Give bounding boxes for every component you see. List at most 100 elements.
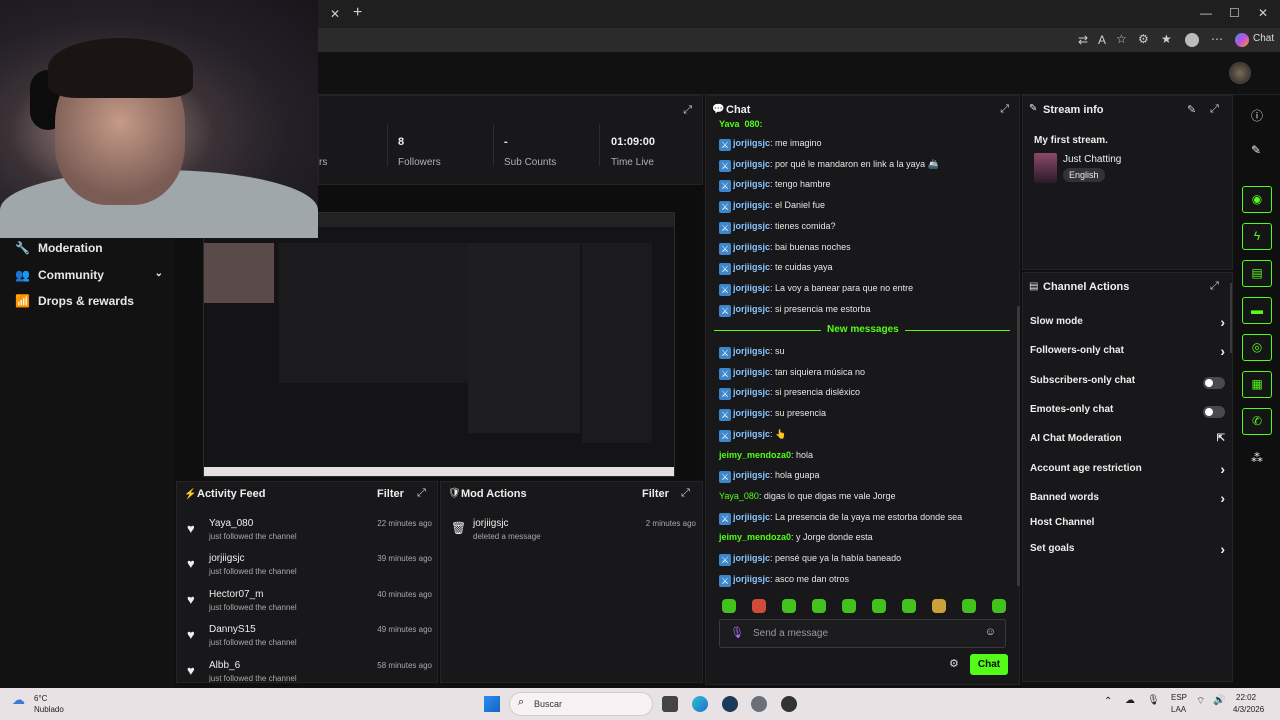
chat-username[interactable]: jorjiigsjc <box>733 242 770 252</box>
set-goals-row[interactable]: Set goals › <box>1030 541 1227 563</box>
chat-username[interactable]: jorjiigsjc <box>733 138 770 148</box>
copilot-icon[interactable] <box>1235 33 1249 47</box>
weather-temp[interactable]: 6°C <box>34 694 47 703</box>
nav-item-drops-rewards[interactable]: 📶 Drops & rewards <box>15 294 134 308</box>
read-aloud-icon[interactable]: A <box>1098 33 1106 47</box>
chat-scrollbar[interactable] <box>1017 306 1020 586</box>
stream-category[interactable]: Just Chatting <box>1063 154 1121 165</box>
chat-username[interactable]: jorjiigsjc <box>733 283 770 293</box>
followers-only-row[interactable]: Followers-only chat › <box>1030 343 1227 365</box>
emote-icon[interactable] <box>752 599 766 613</box>
chat-username[interactable]: jorjiigsjc <box>733 367 770 377</box>
copilot-chat-label[interactable]: Chat <box>1253 33 1274 44</box>
new-tab-button[interactable]: + <box>353 4 362 22</box>
actions-scrollbar[interactable] <box>1230 283 1232 353</box>
network-cloud-icon[interactable]: ☁ <box>1125 695 1135 706</box>
chat-username[interactable]: jorjiigsjc <box>733 429 770 439</box>
translate-icon[interactable]: ⇄ <box>1078 33 1088 47</box>
chat-username[interactable]: Yaya_080 <box>719 491 759 501</box>
chat-username[interactable]: jorjiigsjc <box>733 304 770 314</box>
wifi-icon[interactable]: ⌔ <box>1196 695 1205 708</box>
subscribers-only-toggle[interactable] <box>1203 377 1225 389</box>
nav-item-community[interactable]: 👥 Community ⌄ <box>15 268 163 282</box>
task-view-icon[interactable] <box>662 696 678 712</box>
chat-username[interactable]: jeimy_mendoza0 <box>719 532 791 542</box>
language-bottom[interactable]: LAA <box>1171 705 1186 714</box>
chat-input[interactable]: 🎙 Send a message ☺ <box>719 619 1006 648</box>
settings-icon[interactable] <box>751 696 767 712</box>
chat-username[interactable]: jorjiigsjc <box>733 553 770 563</box>
chat-username[interactable]: jorjiigsjc <box>733 470 770 480</box>
microphone-icon[interactable]: 🎙 <box>730 626 744 639</box>
lightning-icon[interactable]: ϟ <box>1242 223 1272 250</box>
host-channel-row[interactable]: Host Channel <box>1030 517 1227 537</box>
popout-icon[interactable]: ⤢ <box>1000 103 1009 116</box>
edit-layout-icon[interactable]: ✎ <box>1251 143 1261 157</box>
edit-icon[interactable]: ✎ <box>1187 103 1196 116</box>
weather-icon[interactable]: ☁ <box>12 692 25 708</box>
account-age-row[interactable]: Account age restriction › <box>1030 461 1227 483</box>
mod-tools-icon[interactable]: ▦ <box>1242 371 1272 398</box>
minimize-window-button[interactable]: — <box>1200 6 1212 20</box>
activity-filter-button[interactable]: Filter <box>377 488 404 500</box>
chat-username[interactable]: jorjiigsjc <box>733 221 770 231</box>
extensions-icon[interactable]: ⚙ <box>1138 32 1149 46</box>
wrench-icon[interactable]: ✆ <box>1242 408 1272 435</box>
ai-chat-moderation-row[interactable]: AI Chat Moderation ⇱ <box>1030 433 1227 453</box>
stream-preview-video[interactable] <box>203 212 675 477</box>
chat-username[interactable]: jeimy_mendoza0 <box>719 450 791 460</box>
nav-item-moderation[interactable]: 🔧 Moderation <box>15 241 103 255</box>
emote-icon[interactable] <box>992 599 1006 613</box>
clock-time[interactable]: 22:02 <box>1236 693 1256 702</box>
clock-date[interactable]: 4/3/2026 <box>1233 705 1264 714</box>
banned-words-row[interactable]: Banned words › <box>1030 490 1227 512</box>
camera-toggle-icon[interactable]: ◉ <box>1242 186 1272 213</box>
chat-username[interactable]: jorjiigsjc <box>733 262 770 272</box>
chat-username[interactable]: jorjiigsjc <box>733 346 770 356</box>
windows-start-icon[interactable] <box>484 696 500 712</box>
popout-icon[interactable]: ⤢ <box>417 487 426 500</box>
chat-username[interactable]: jorjiigsjc <box>733 512 770 522</box>
popout-icon[interactable]: ⤢ <box>1210 280 1219 293</box>
popout-icon[interactable]: ⤢ <box>683 104 692 117</box>
close-window-button[interactable]: ✕ <box>1258 6 1268 20</box>
emote-icon[interactable] <box>902 599 916 613</box>
chat-icon[interactable]: ▬ <box>1242 297 1272 324</box>
chat-username[interactable]: jorjiigsjc <box>733 408 770 418</box>
microphone-icon[interactable]: 🎙 <box>1147 695 1160 706</box>
maximize-window-button[interactable]: ☐ <box>1229 6 1240 20</box>
emote-icon[interactable] <box>812 599 826 613</box>
user-avatar[interactable] <box>1229 62 1251 84</box>
slow-mode-row[interactable]: Slow mode › <box>1030 314 1227 336</box>
emote-icon[interactable] <box>842 599 856 613</box>
edge-browser-icon[interactable] <box>692 696 708 712</box>
document-icon[interactable]: ▤ <box>1242 260 1272 287</box>
category-thumbnail[interactable] <box>1034 153 1057 183</box>
profile-avatar[interactable] <box>1185 33 1199 47</box>
chat-username[interactable]: jorjiigsjc <box>733 200 770 210</box>
weather-desc[interactable]: Nublado <box>34 705 64 714</box>
broadcast-icon[interactable]: ◎ <box>1242 334 1272 361</box>
emote-icon[interactable] <box>872 599 886 613</box>
chat-username[interactable]: jorjiigsjc <box>733 159 770 169</box>
steam-icon[interactable] <box>722 696 738 712</box>
tray-overflow-icon[interactable]: ⌃ <box>1104 696 1112 707</box>
emote-icon[interactable] <box>932 599 946 613</box>
obs-icon[interactable] <box>781 696 797 712</box>
volume-icon[interactable]: 🔊 <box>1213 695 1225 706</box>
chat-username[interactable]: jorjiigsjc <box>733 179 770 189</box>
favorite-star-icon[interactable]: ☆ <box>1116 32 1127 46</box>
emotes-only-toggle[interactable] <box>1203 406 1225 418</box>
taskbar-search-input[interactable]: ⌕ Buscar <box>509 692 653 716</box>
mod-filter-button[interactable]: Filter <box>642 488 669 500</box>
emote-icon[interactable] <box>782 599 796 613</box>
chat-username[interactable]: jorjiigsjc <box>733 574 770 584</box>
emote-icon[interactable] <box>722 599 736 613</box>
close-tab-button[interactable]: ✕ <box>330 7 340 21</box>
chat-settings-gear-icon[interactable]: ⚙ <box>949 657 959 670</box>
emote-icon[interactable] <box>962 599 976 613</box>
info-icon[interactable]: ⓘ <box>1251 107 1263 124</box>
chat-username[interactable]: jorjiigsjc <box>733 387 770 397</box>
language-top[interactable]: ESP <box>1171 693 1187 702</box>
more-menu-icon[interactable]: ⋯ <box>1211 32 1223 46</box>
